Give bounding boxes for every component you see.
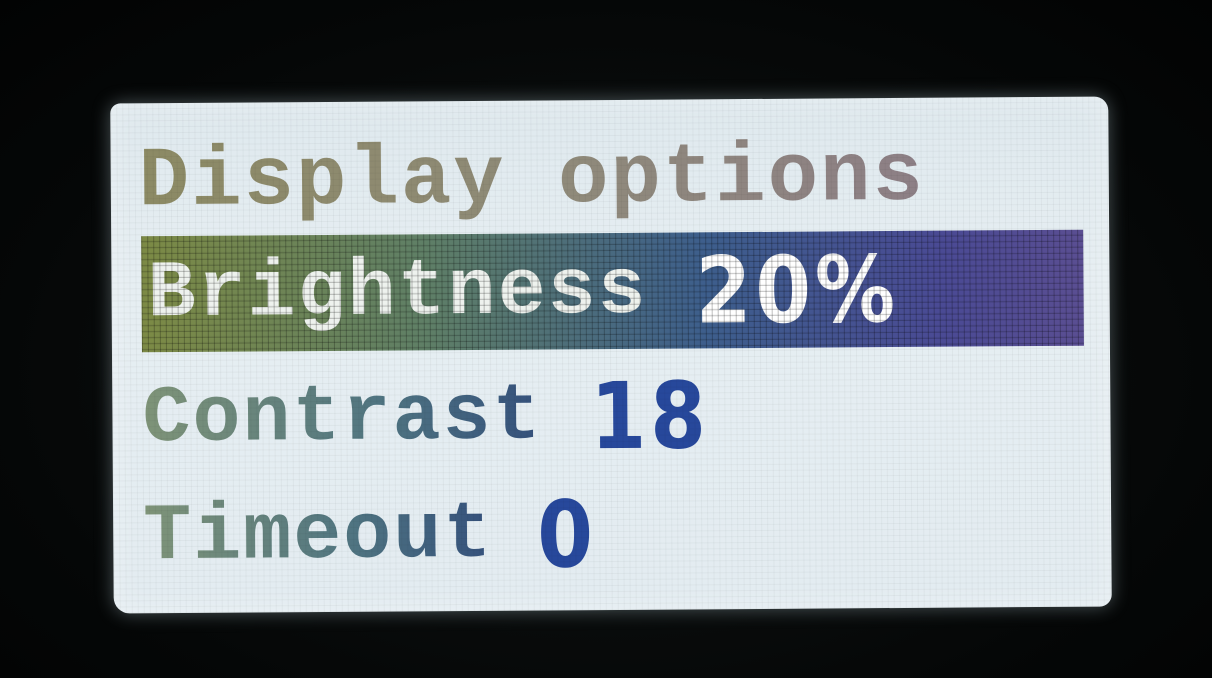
menu-item-value: 0 [536,480,598,588]
menu-item-value: 18 [590,361,711,470]
menu-item-timeout[interactable]: Timeout 0 [143,477,1092,592]
menu-item-value: 20% [695,235,900,344]
menu-item-label: Contrast [142,370,543,465]
lcd-screen: Display options Brightness 20% Contrast … [110,96,1112,614]
menu-item-label: Timeout [142,489,494,583]
menu-item-contrast[interactable]: Contrast 18 [142,359,1091,474]
menu-title-label: Display options [138,129,926,230]
menu-item-label: Brightness [147,245,648,340]
menu-item-brightness[interactable]: Brightness 20% [141,229,1084,353]
menu-title: Display options [138,129,1089,230]
